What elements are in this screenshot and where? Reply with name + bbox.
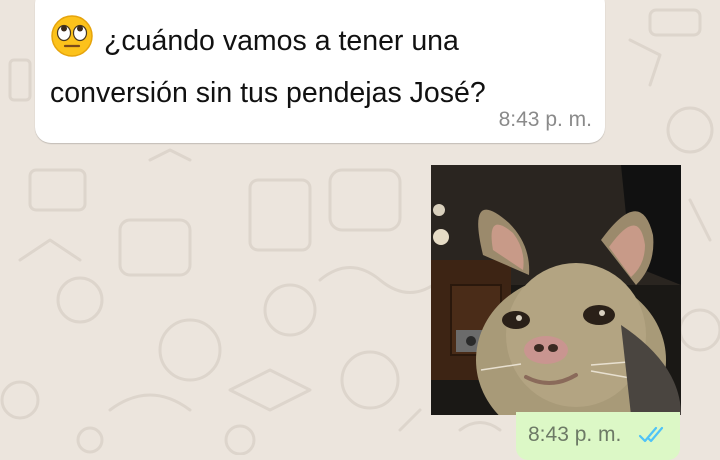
incoming-message-text: ¿cuándo vamos a tener una conversión sin… (50, 14, 590, 115)
outgoing-photo-message[interactable] (431, 165, 681, 415)
outgoing-message-time: 8:43 p. m. (528, 423, 622, 446)
double-check-read-icon (638, 426, 668, 449)
incoming-message-time: 8:43 p. m. (498, 108, 592, 131)
face-with-rolling-eyes-emoji (50, 14, 94, 71)
incoming-message-content: ¿cuándo vamos a tener una conversión sin… (50, 25, 486, 109)
outgoing-message-footer: 8:43 p. m. (516, 412, 680, 460)
incoming-message-bubble[interactable]: ¿cuándo vamos a tener una conversión sin… (35, 0, 605, 143)
